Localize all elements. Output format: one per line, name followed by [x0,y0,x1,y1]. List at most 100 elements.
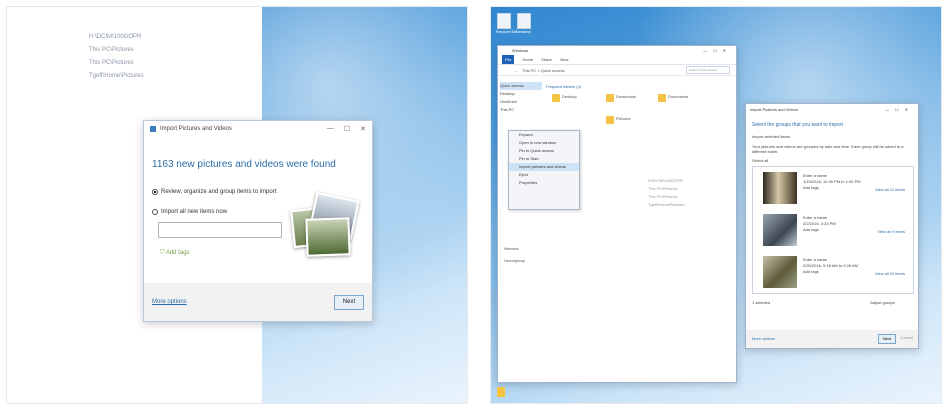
status-bar: 1 selected Adjust groups [752,300,895,305]
menu-item[interactable]: Properties [509,179,579,187]
group-details: Enter a name 2/20/2016, 9:18 AM to 9:26 … [803,257,858,275]
minimize-icon[interactable]: — [327,125,334,133]
path-list: H:\DCIM\100GOPR This PC\Pictures This PC… [89,31,144,83]
nav-item[interactable]: OneDrive [500,98,542,106]
group-details: Enter a name 2/2/2016, 4:33 PM Add tags [803,215,836,233]
folder-icon[interactable] [552,94,560,102]
context-menu: Expand Open in new window Pin to Quick a… [508,130,580,210]
name-input[interactable] [158,222,282,238]
folder-icon[interactable] [606,116,614,124]
path-item: This PC\Pictures [89,60,134,66]
nav-item[interactable]: Desktop [500,90,542,98]
radio-icon[interactable] [152,209,158,215]
group-thumbnail [763,172,797,204]
location-item: This PC\Pictures [648,186,678,191]
dialog-heading: Select the groups that you want to impor… [752,122,843,128]
option-review[interactable]: Review, organize and group items to impo… [152,189,276,195]
menu-item[interactable]: Expand [509,131,579,139]
view-items-link[interactable]: View all 20 items [875,271,905,276]
location-item: Tgeff\Home\Pictures [648,202,685,207]
back-icon[interactable]: ← [514,68,518,73]
group-thumbnail [763,214,797,246]
address-text: This PC > Quick access [522,67,565,73]
tab-file[interactable]: File [502,55,515,64]
dialog-footer: More options Next Cancel [746,330,918,348]
explorer-titlebar: Windows —☐✕ [498,46,736,55]
location-item: This PC\Pictures [648,194,678,199]
address-bar[interactable]: ← This PC > Quick access Search Quick ac… [498,65,736,76]
menu-item-import[interactable]: Import pictures and videos [509,163,579,171]
next-button[interactable]: Next [878,334,896,344]
selected-count: 1 selected [752,300,771,305]
location-list: H:\DCIM\100GOPR This PC\Pictures This PC… [648,177,684,209]
dialog-subheading: Import selected items [752,134,791,139]
nav-item[interactable]: Network [504,246,519,251]
path-item: This PC\Pictures [89,47,134,53]
nav-item[interactable]: This PC [500,106,542,114]
dialog-title: Import Pictures and Videos [750,106,798,112]
path-item: Tgeff\Home\Pictures [89,73,144,79]
folder-label[interactable]: Pictures [616,116,630,121]
adjust-groups-slider[interactable]: Adjust groups [870,300,894,305]
group-tags-link[interactable]: Add tags [803,185,861,191]
radio-selected-icon[interactable] [152,189,158,195]
right-screenshot: Recycle Bin Desktop Windows —☐✕ File Hom… [490,6,942,404]
folder-label[interactable]: Documents [668,94,688,99]
desktop-icons: Recycle Bin Desktop [496,13,531,34]
option-import-all-label: Import all new items now [161,209,228,215]
menu-item[interactable]: Pin to Start [509,155,579,163]
next-button[interactable]: Next [334,295,364,310]
window-controls-icon[interactable]: —☐✕ [703,48,732,53]
import-app-icon [150,126,156,132]
option-review-label: Review, organize and group items to impo… [161,189,277,195]
taskbar-folder-icon[interactable] [497,387,505,397]
group-tags-link[interactable]: Add tags [803,227,836,233]
add-tags-link[interactable]: ⛉ Add tags [160,250,190,257]
close-icon[interactable]: ✕ [360,125,366,133]
group-item[interactable]: Enter a name 2/20/2016, 9:18 AM to 9:26 … [757,253,907,293]
photos-illustration [290,191,362,262]
groups-list: Enter a name 1/15/2016, 12:40 PM to 1:40… [752,166,914,294]
more-options-link[interactable]: More options [152,299,187,305]
search-input[interactable]: Search Quick access [686,66,730,74]
folder-icon[interactable] [658,94,666,102]
dialog-footer: More options Next [144,283,372,321]
tab-share[interactable]: Share [541,57,552,62]
menu-item[interactable]: Open in new window [509,139,579,147]
folder-label[interactable]: Downloads [616,94,636,99]
dialog-title: Import Pictures and Videos [160,126,232,132]
tab-view[interactable]: View [560,57,569,62]
menu-item[interactable]: Eject [509,171,579,179]
recycle-bin-icon[interactable]: Recycle Bin [496,13,517,34]
folder-icon[interactable] [606,94,614,102]
tab-home[interactable]: Home [522,57,533,62]
group-details: Enter a name 1/15/2016, 12:40 PM to 1:40… [803,173,861,191]
file-explorer-window: Windows —☐✕ File Home Share View ← This … [497,45,737,383]
select-all-checkbox[interactable]: Select all [752,158,768,163]
window-controls-icon[interactable]: —☐✕ [885,107,914,112]
cancel-button[interactable]: Cancel [900,334,914,342]
group-item[interactable]: Enter a name 2/2/2016, 4:33 PM Add tags … [757,211,907,251]
location-item: H:\DCIM\100GOPR [648,178,683,183]
group-tags-link[interactable]: Add tags [803,269,858,275]
menu-item[interactable]: Pin to Quick access [509,147,579,155]
more-options-link[interactable]: More options [752,336,775,341]
view-items-link[interactable]: View all 12 items [875,187,905,192]
left-screenshot: H:\DCIM\100GOPR This PC\Pictures This PC… [6,6,468,404]
dialog-description: Your pictures and videos are grouped by … [752,144,904,154]
option-import-all[interactable]: Import all new items now [152,209,227,215]
folder-label[interactable]: Desktop [562,94,577,99]
explorer-title: Windows [512,48,529,53]
group-thumbnail [763,256,797,288]
path-item: H:\DCIM\100GOPR [89,34,142,40]
group-item[interactable]: Enter a name 1/15/2016, 12:40 PM to 1:40… [757,169,907,209]
view-items-link[interactable]: View all 9 items [877,229,905,234]
desktop-shortcut-icon[interactable]: Desktop [516,13,531,34]
maximize-icon[interactable]: ☐ [344,125,350,133]
nav-item[interactable]: Quick access [500,82,542,90]
ribbon-tabs: File Home Share View [498,55,736,65]
import-dialog: Import Pictures and Videos — ☐ ✕ 1163 ne… [143,120,373,322]
navigation-pane: Quick access Desktop OneDrive This PC [500,82,542,114]
nav-item[interactable]: Homegroup [504,258,525,263]
section-label: Frequent folders (4) [546,84,582,89]
